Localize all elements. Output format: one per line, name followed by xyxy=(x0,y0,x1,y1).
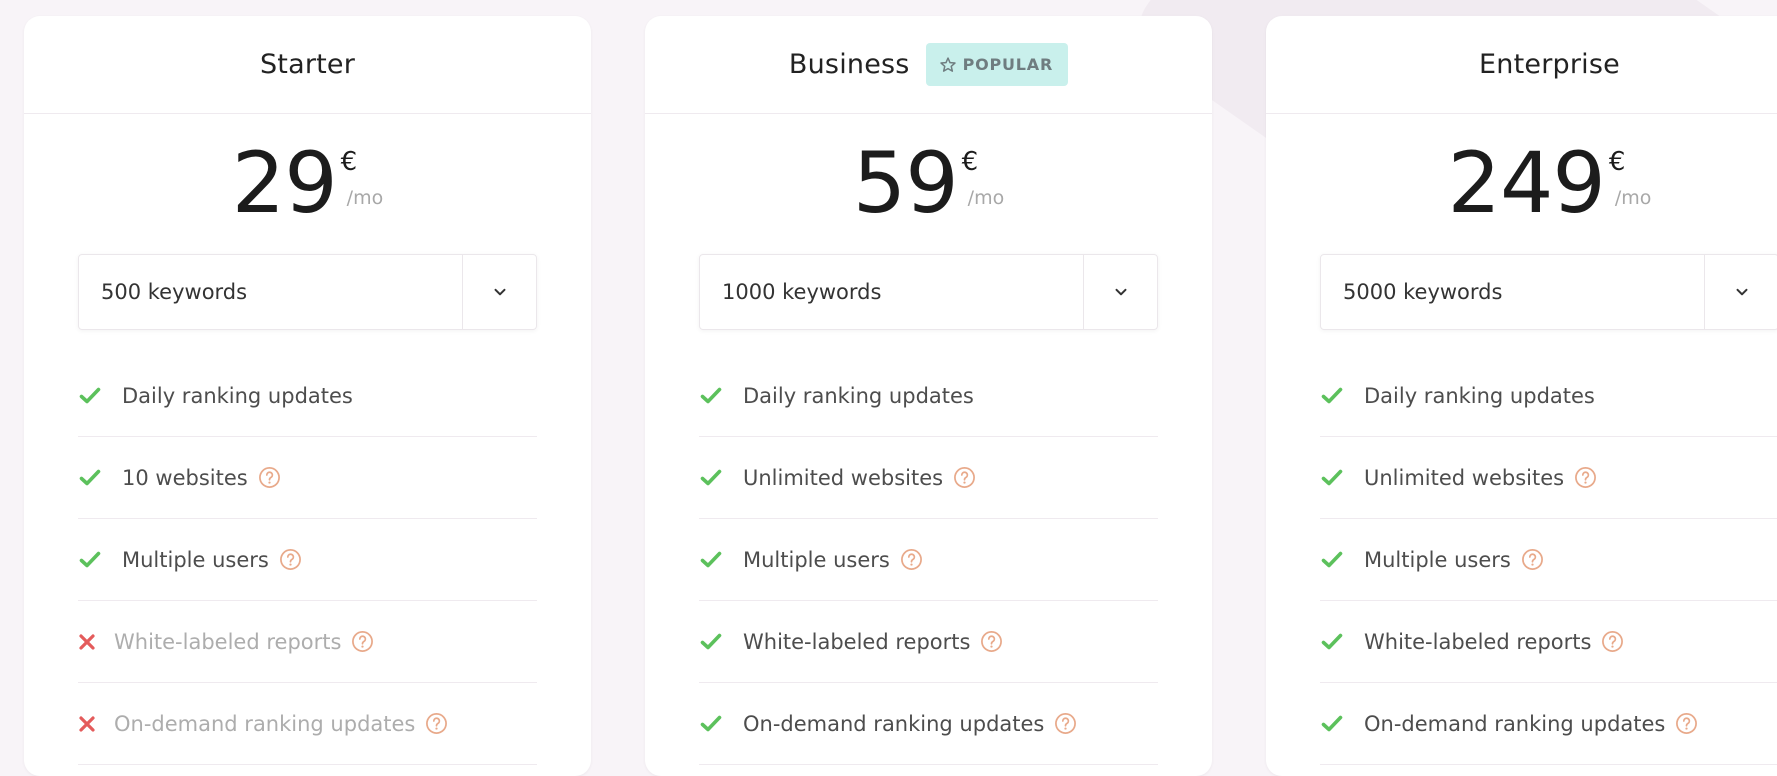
check-icon xyxy=(700,715,722,731)
price-currency: € xyxy=(961,147,979,177)
feature-item: On-demand ranking updates xyxy=(78,683,537,765)
check-icon xyxy=(79,387,101,403)
help-circle-icon[interactable] xyxy=(953,466,976,489)
price: 249 € /mo xyxy=(1266,114,1777,254)
price-amount: 249 xyxy=(1447,134,1606,232)
help-circle-icon[interactable] xyxy=(900,548,923,571)
help-circle-icon[interactable] xyxy=(279,548,302,571)
star-outline-icon xyxy=(939,56,956,72)
check-icon xyxy=(79,469,101,485)
help-circle-icon[interactable] xyxy=(1574,466,1597,489)
price: 29 € /mo xyxy=(24,114,591,254)
help-circle-icon[interactable] xyxy=(1675,712,1698,735)
feature-label: White-labeled reports xyxy=(1364,629,1592,654)
feature-label: Unlimited websites xyxy=(1364,465,1565,490)
chevron-down-icon xyxy=(1115,288,1126,296)
check-icon xyxy=(700,551,722,567)
feature-label: Multiple users xyxy=(1364,547,1511,572)
price-currency: € xyxy=(1608,147,1626,177)
price-amount: 29 xyxy=(231,134,338,232)
keywords-select-toggle[interactable] xyxy=(1083,255,1157,329)
feature-label: 10 websites xyxy=(122,465,248,490)
feature-item: Multiple users xyxy=(78,519,537,601)
feature-label: Multiple users xyxy=(743,547,890,572)
check-icon xyxy=(1321,551,1343,567)
plan-name: Business xyxy=(788,49,910,80)
popular-badge: POPULAR xyxy=(925,43,1069,86)
feature-label: On-demand ranking updates xyxy=(1364,711,1666,736)
feature-item: Multiple users xyxy=(1320,519,1777,601)
plan-name: Enterprise xyxy=(1479,49,1620,80)
help-circle-icon[interactable] xyxy=(1521,548,1544,571)
plan-name: Starter xyxy=(259,49,356,80)
keywords-select-value[interactable]: 1000 keywords xyxy=(700,255,1083,329)
plan-card-enterprise: Enterprise 249 € /mo 5000 keywords Daily… xyxy=(1266,16,1777,776)
feature-item: White-labeled reports xyxy=(78,601,537,683)
feature-label: Multiple users xyxy=(122,547,269,572)
price-period: /mo xyxy=(346,187,384,209)
plan-card-starter: Starter 29 € /mo 500 keywords Daily rank… xyxy=(24,16,591,776)
feature-label: Daily ranking updates xyxy=(743,383,974,408)
cross-icon xyxy=(79,715,95,732)
help-circle-icon[interactable] xyxy=(258,466,281,489)
feature-item: Daily ranking updates xyxy=(78,355,537,437)
price-period: /mo xyxy=(967,187,1005,209)
feature-list: Daily ranking updates Unlimited websites… xyxy=(1320,355,1777,765)
price-amount: 59 xyxy=(852,134,959,232)
feature-item: 10 websites xyxy=(78,437,537,519)
plan-card-business: Business POPULAR 59 € /mo 1000 keywords … xyxy=(645,16,1212,776)
check-icon xyxy=(700,469,722,485)
price-currency: € xyxy=(340,147,358,177)
price-period: /mo xyxy=(1614,187,1652,209)
feature-item: Daily ranking updates xyxy=(1320,355,1777,437)
keywords-select-toggle[interactable] xyxy=(1704,255,1777,329)
feature-item: Multiple users xyxy=(699,519,1158,601)
keywords-select[interactable]: 500 keywords xyxy=(78,254,537,330)
check-icon xyxy=(1321,387,1343,403)
feature-list: Daily ranking updates 10 websites Multip… xyxy=(78,355,537,765)
badge-label: POPULAR xyxy=(962,55,1054,74)
feature-item: White-labeled reports xyxy=(1320,601,1777,683)
feature-label: Unlimited websites xyxy=(743,465,944,490)
feature-label: Daily ranking updates xyxy=(122,383,353,408)
chevron-down-icon xyxy=(1736,288,1747,296)
feature-item: White-labeled reports xyxy=(699,601,1158,683)
keywords-select-value[interactable]: 5000 keywords xyxy=(1321,255,1704,329)
check-icon xyxy=(700,387,722,403)
help-circle-icon[interactable] xyxy=(1601,630,1624,653)
check-icon xyxy=(700,633,722,649)
help-circle-icon[interactable] xyxy=(1054,712,1077,735)
feature-item: On-demand ranking updates xyxy=(1320,683,1777,765)
price: 59 € /mo xyxy=(645,114,1212,254)
check-icon xyxy=(1321,633,1343,649)
plan-header: Enterprise xyxy=(1266,16,1777,114)
keywords-select-toggle[interactable] xyxy=(462,255,536,329)
check-icon xyxy=(1321,469,1343,485)
plan-header: Starter xyxy=(24,16,591,114)
chevron-down-icon xyxy=(494,288,505,296)
cross-icon xyxy=(79,633,95,650)
feature-item: Unlimited websites xyxy=(699,437,1158,519)
feature-item: On-demand ranking updates xyxy=(699,683,1158,765)
feature-item: Daily ranking updates xyxy=(699,355,1158,437)
check-icon xyxy=(79,551,101,567)
feature-list: Daily ranking updates Unlimited websites… xyxy=(699,355,1158,765)
plan-header: Business POPULAR xyxy=(645,16,1212,114)
feature-label: White-labeled reports xyxy=(743,629,971,654)
help-circle-icon[interactable] xyxy=(425,712,448,735)
keywords-select[interactable]: 5000 keywords xyxy=(1320,254,1777,330)
help-circle-icon[interactable] xyxy=(980,630,1003,653)
check-icon xyxy=(1321,715,1343,731)
feature-label: White-labeled reports xyxy=(114,629,342,654)
feature-label: On-demand ranking updates xyxy=(743,711,1045,736)
help-circle-icon[interactable] xyxy=(351,630,374,653)
feature-item: Unlimited websites xyxy=(1320,437,1777,519)
keywords-select-value[interactable]: 500 keywords xyxy=(79,255,462,329)
feature-label: On-demand ranking updates xyxy=(114,711,416,736)
feature-label: Daily ranking updates xyxy=(1364,383,1595,408)
keywords-select[interactable]: 1000 keywords xyxy=(699,254,1158,330)
